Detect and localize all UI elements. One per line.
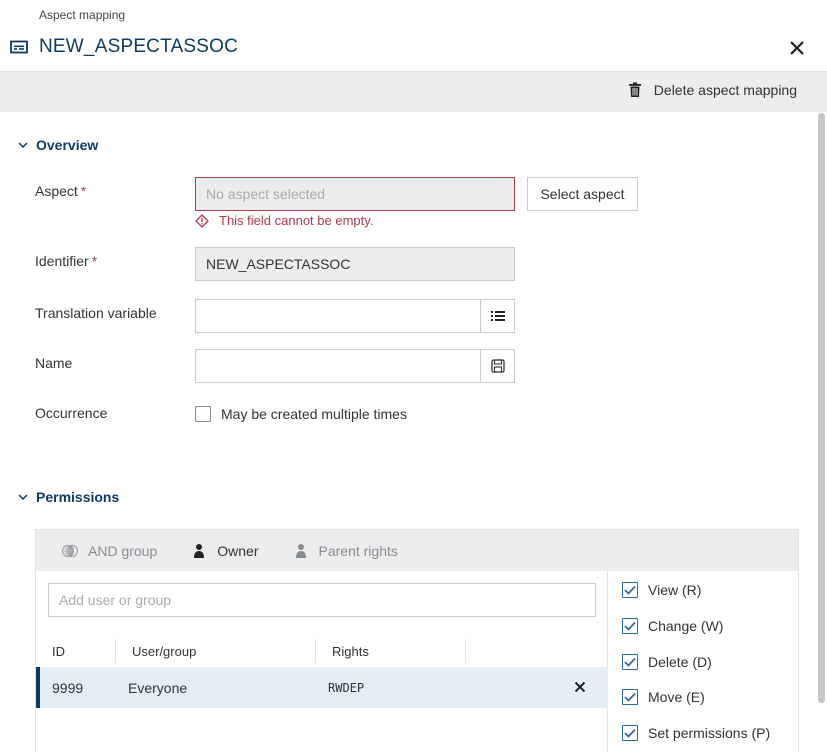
column-header-rights[interactable]: Rights [316, 639, 466, 663]
checkbox-checked[interactable] [622, 582, 638, 598]
aspect-error-text: This field cannot be empty. [219, 213, 374, 228]
checkbox-checked[interactable] [622, 618, 638, 634]
name-field [195, 349, 515, 383]
user-icon [293, 543, 309, 559]
translation-variable-field [195, 299, 515, 333]
overview-heading: Overview [36, 137, 99, 153]
identifier-label: Identifier * [35, 253, 97, 269]
overview-section-toggle[interactable]: Overview [18, 137, 98, 153]
aspect-field[interactable]: No aspect selected [195, 177, 515, 211]
card-icon [10, 40, 28, 54]
name-save-button[interactable] [480, 350, 514, 382]
translation-list-button[interactable] [480, 300, 514, 332]
chevron-down-icon [18, 493, 28, 501]
save-icon [490, 359, 505, 373]
right-label: View (R) [648, 582, 702, 598]
multiple-times-label: May be created multiple times [221, 406, 407, 422]
user-icon [191, 543, 207, 559]
aspect-error: This field cannot be empty. [195, 213, 373, 228]
tab-and-group[interactable]: AND group [62, 543, 157, 559]
checkbox[interactable] [195, 406, 211, 422]
right-change-checkbox[interactable]: Change (W) [622, 618, 723, 634]
required-marker: * [80, 183, 87, 199]
right-label: Move (E) [648, 689, 705, 705]
name-input[interactable] [206, 350, 480, 382]
permissions-list: ID User/group Rights 9999 Everyone RWDEP [36, 571, 608, 752]
trash-icon [628, 82, 642, 98]
warning-icon [195, 213, 209, 228]
right-label: Change (W) [648, 618, 724, 634]
permissions-tabs: AND group Owner Parent rights [36, 530, 798, 571]
aspect-label: Aspect * [35, 183, 86, 199]
aspect-placeholder: No aspect selected [206, 186, 326, 202]
checkbox-checked[interactable] [622, 689, 638, 705]
close-button[interactable] [787, 38, 807, 58]
table-row[interactable]: 9999 Everyone RWDEP [36, 667, 608, 708]
tab-owner[interactable]: Owner [191, 542, 259, 559]
delete-label: Delete aspect mapping [653, 82, 797, 98]
vertical-scrollbar[interactable] [818, 113, 825, 703]
permissions-heading: Permissions [36, 489, 120, 505]
column-header-user-group[interactable]: User/group [116, 639, 316, 663]
permissions-panel: AND group Owner Parent rights ID User/gr… [35, 529, 799, 752]
right-move-checkbox[interactable]: Move (E) [622, 689, 705, 705]
right-label: Delete (D) [648, 654, 712, 670]
aspect-label-text: Aspect [35, 183, 78, 199]
identifier-label-text: Identifier [35, 253, 89, 269]
right-view-checkbox[interactable]: View (R) [622, 582, 701, 598]
permissions-section-toggle[interactable]: Permissions [18, 489, 119, 505]
column-header-id[interactable]: ID [36, 639, 116, 663]
right-set-permissions-checkbox[interactable]: Set permissions (P) [622, 725, 770, 741]
cell-id: 9999 [52, 679, 84, 696]
list-icon [490, 310, 505, 322]
tab-label: Parent rights [318, 542, 398, 559]
cell-rights: RWDEP [328, 680, 365, 695]
multiple-times-checkbox[interactable]: May be created multiple times [195, 406, 407, 422]
add-user-or-group-field [48, 583, 596, 617]
breadcrumb: Aspect mapping [39, 8, 126, 22]
required-marker: * [91, 253, 98, 269]
delete-aspect-mapping-button[interactable]: Delete aspect mapping [628, 82, 797, 98]
column-header-actions [466, 639, 608, 663]
checkbox-checked[interactable] [622, 654, 638, 670]
name-label: Name [35, 355, 73, 371]
translation-variable-label: Translation variable [35, 305, 157, 321]
close-icon [790, 41, 804, 55]
checkbox-checked[interactable] [622, 725, 638, 741]
close-icon [574, 681, 586, 693]
identifier-value: NEW_ASPECTASSOC [206, 256, 351, 272]
tab-parent-rights[interactable]: Parent rights [293, 543, 398, 559]
occurrence-label: Occurrence [35, 405, 108, 421]
right-delete-checkbox[interactable]: Delete (D) [622, 654, 712, 670]
and-group-icon [62, 543, 78, 559]
tab-label: Owner [217, 542, 259, 559]
select-aspect-button[interactable]: Select aspect [527, 177, 638, 211]
add-user-or-group-input[interactable] [59, 592, 585, 608]
chevron-down-icon [18, 141, 28, 149]
tab-label: AND group [88, 542, 158, 559]
remove-row-button[interactable] [574, 681, 586, 693]
translation-variable-input[interactable] [206, 300, 480, 332]
identifier-field[interactable]: NEW_ASPECTASSOC [195, 247, 515, 281]
cell-user-group: Everyone [128, 679, 188, 696]
title-row: NEW_ASPECTASSOC [10, 36, 238, 58]
toolbar: Delete aspect mapping [0, 71, 827, 112]
right-label: Set permissions (P) [648, 725, 771, 741]
page-title: NEW_ASPECTASSOC [39, 36, 239, 57]
table-header: ID User/group Rights [36, 635, 608, 667]
